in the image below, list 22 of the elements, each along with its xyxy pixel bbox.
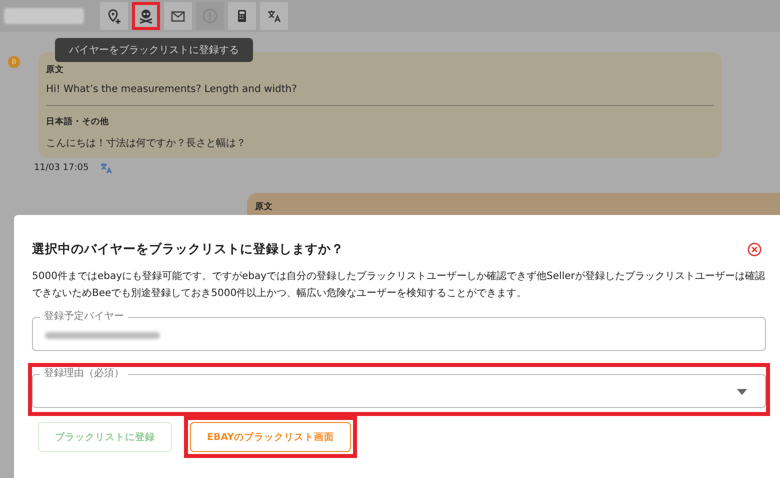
original-label: 原文 [255,201,274,213]
toolbar-button[interactable] [228,2,256,30]
toolbar-button[interactable] [260,2,288,30]
original-label: 原文 [46,64,65,76]
translate-icon [266,8,282,24]
dialog-title: 選択中のバイヤーをブラックリストに登録しますか？ [32,241,344,258]
field-label: 登録理由（必須） [40,367,128,380]
caret-icon [737,389,747,395]
translation-label: 日本語・その他 [46,116,110,128]
message-time: 11/03 17:05 [34,163,89,173]
field-label: 登録予定バイヤー [40,310,128,323]
original-text: Hi! What’s the measurements? Length and width? [46,84,298,95]
close-icon[interactable] [747,242,762,257]
skull-crossbones-icon [138,8,154,24]
tooltip: バイヤーをブラックリストに登録する [55,38,253,62]
translation-text: こんにちは！寸法は何ですか？長さと幅は？ [46,136,247,150]
toolbar-button[interactable] [164,2,192,30]
ebay-blacklist-button[interactable]: EBAYのブラックリスト画面 [190,422,352,452]
toolbar-button[interactable] [132,2,160,30]
toolbar-button[interactable] [100,2,128,30]
description-text: 5000件まではebayにも登録可能です。ですがebayでは自分の登録したブラックリストユーザーしか確認できず他Sellerが登録したブラックリストユーザーは確認できないためBeeでも別途登録しておき5000件以上かつ、幅広い危険なユーザーを検知することができます。 [32,270,766,301]
pin-plus-icon [106,8,122,24]
